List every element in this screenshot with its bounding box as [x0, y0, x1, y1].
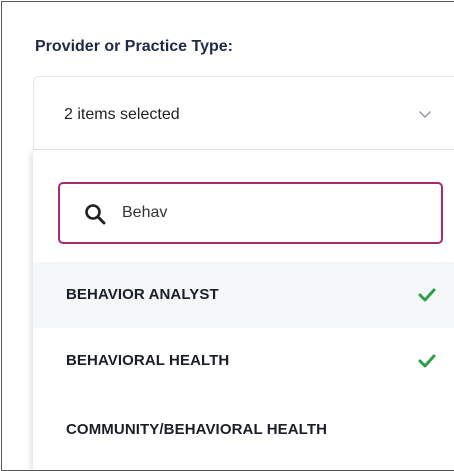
field-label: Provider or Practice Type:	[35, 38, 233, 55]
search-field[interactable]	[58, 182, 443, 244]
option-label: BEHAVIORAL HEALTH	[66, 352, 230, 369]
practice-type-select[interactable]: 2 items selected	[33, 76, 454, 150]
check-icon	[418, 288, 436, 302]
check-icon	[418, 354, 436, 368]
option-community-behavioral-health[interactable]: COMMUNITY/BEHAVIORAL HEALTH	[33, 392, 454, 458]
option-label: BEHAVIOR ANALYST	[66, 286, 219, 303]
option-label: COMMUNITY/BEHAVIORAL HEALTH	[66, 421, 328, 438]
search-icon	[85, 204, 106, 225]
option-behavior-analyst[interactable]: BEHAVIOR ANALYST	[33, 262, 454, 328]
search-input[interactable]	[122, 194, 422, 232]
selected-summary: 2 items selected	[64, 106, 180, 123]
options-dropdown: BEHAVIOR ANALYST BEHAVIORAL HEALTH COMMU…	[33, 150, 454, 470]
option-behavioral-health[interactable]: BEHAVIORAL HEALTH	[33, 328, 454, 392]
filter-panel: Provider or Practice Type: 2 items selec…	[1, 1, 454, 471]
chevron-down-icon[interactable]	[418, 109, 432, 119]
